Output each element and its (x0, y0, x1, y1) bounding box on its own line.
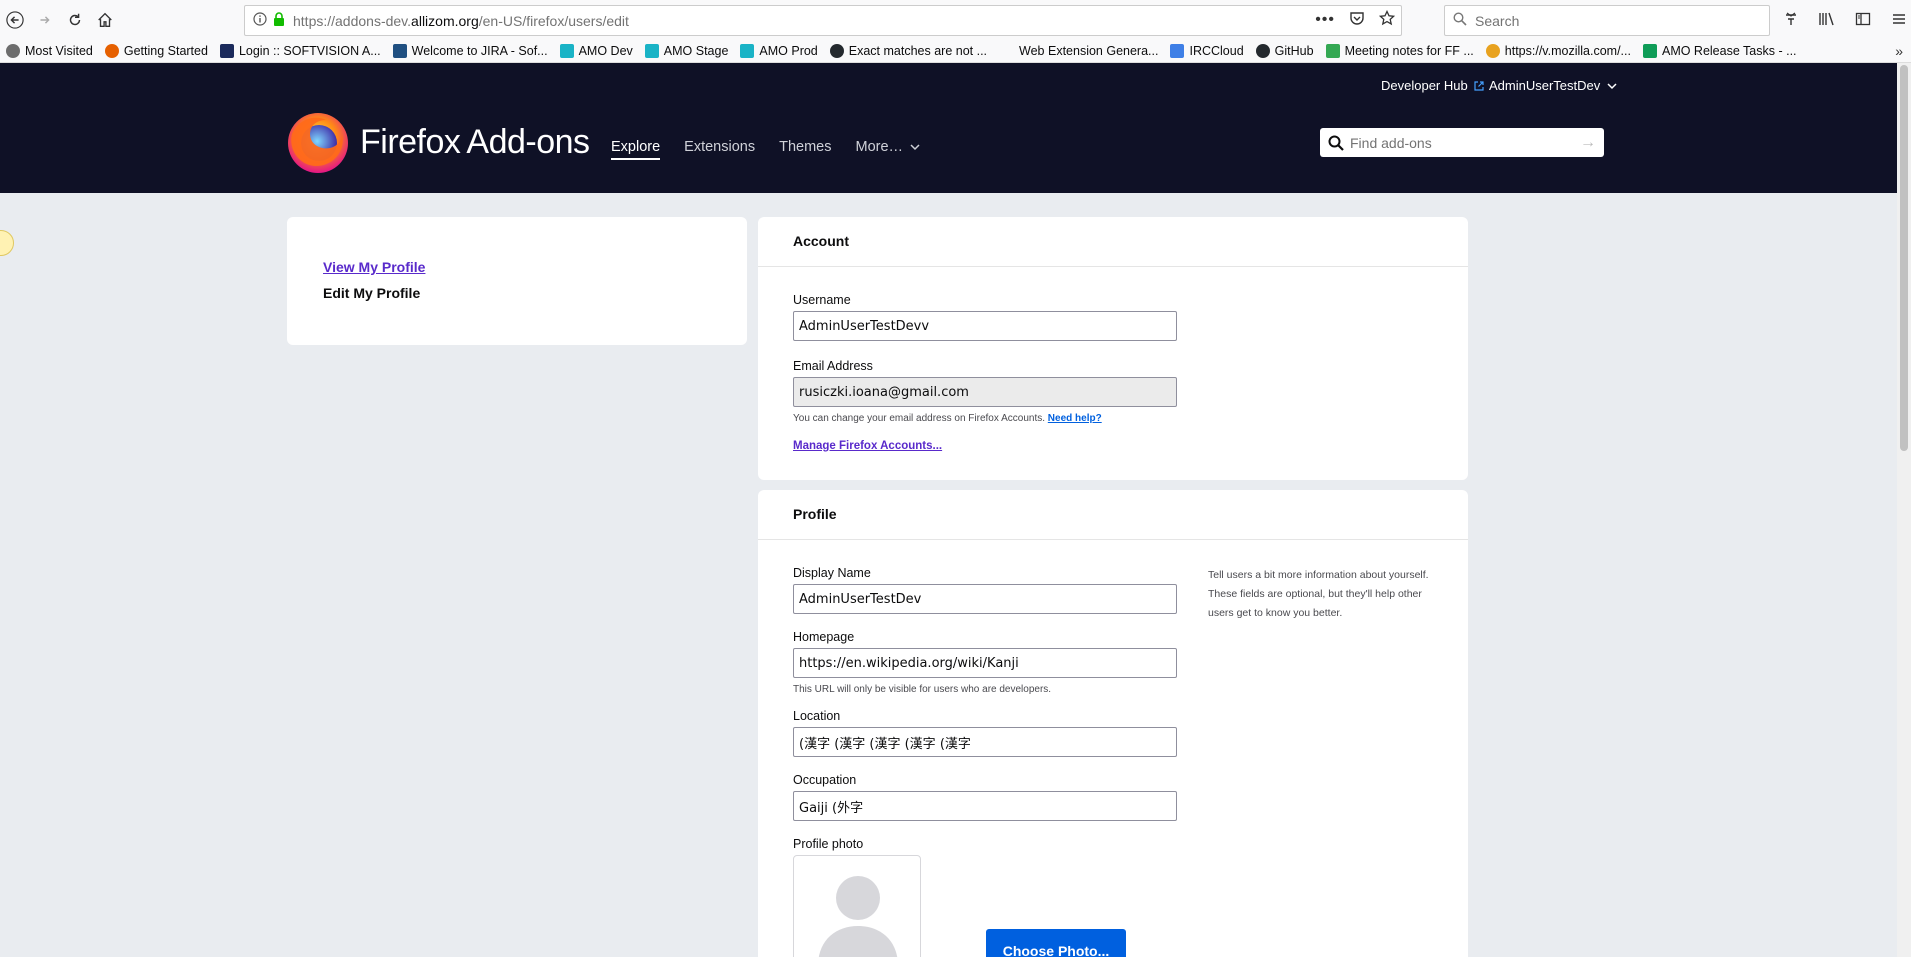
profile-photo-label: Profile photo (793, 837, 864, 851)
jira-icon (392, 44, 407, 58)
bookmark-amo-prod[interactable]: AMO Prod (740, 44, 818, 58)
bookmark-v-mozilla[interactable]: https://v.mozilla.com/... (1485, 44, 1631, 58)
firefox-icon (104, 44, 119, 58)
back-icon[interactable] (0, 5, 30, 35)
nav-themes[interactable]: Themes (779, 139, 831, 160)
developer-hub-link[interactable]: Developer Hub (1381, 78, 1484, 93)
view-my-profile-link[interactable]: View My Profile (323, 259, 711, 275)
downloads-icon[interactable] (1780, 8, 1802, 30)
bookmark-most-visited[interactable]: Most Visited (6, 44, 93, 58)
bookmark-getting-started[interactable]: Getting Started (104, 44, 208, 58)
search-submit-arrow-icon[interactable]: → (1580, 134, 1596, 152)
amo-icon (644, 44, 659, 58)
page-edge-indicator (0, 230, 14, 256)
bookmark-amo-dev[interactable]: AMO Dev (559, 44, 633, 58)
edit-my-profile-item: Edit My Profile (323, 285, 421, 301)
amo-icon (559, 44, 574, 58)
bookmark-github[interactable]: GitHub (1255, 44, 1314, 58)
bookmark-amo-release-tasks[interactable]: AMO Release Tasks - ... (1642, 44, 1797, 58)
account-title: Account (758, 217, 1468, 267)
chevron-down-icon (910, 144, 920, 151)
need-help-link[interactable]: Need help? (1048, 413, 1102, 424)
external-link-icon (1474, 81, 1484, 91)
sidebar-toggle-icon[interactable] (1852, 8, 1874, 30)
occupation-label: Occupation (793, 773, 857, 787)
page-actions-icon[interactable]: ••• (1315, 11, 1335, 29)
amo-logo[interactable]: Firefox Add-ons (286, 110, 590, 174)
choose-photo-button[interactable]: Choose Photo... (986, 929, 1126, 957)
manage-firefox-accounts-link[interactable]: Manage Firefox Accounts... (793, 440, 942, 452)
nav-more[interactable]: More… (856, 139, 921, 160)
softvision-icon (219, 44, 234, 58)
bookmark-meeting-notes[interactable]: Meeting notes for FF ... (1325, 44, 1474, 58)
homepage-field[interactable] (793, 648, 1177, 678)
profile-photo-preview (793, 855, 921, 957)
profile-sidebar: View My Profile Edit My Profile (287, 217, 747, 345)
info-icon[interactable] (253, 12, 267, 29)
github-icon (829, 44, 844, 58)
location-label: Location (793, 709, 841, 723)
addon-search-input[interactable]: Find add-ons → (1320, 128, 1604, 157)
homepage-label: Homepage (793, 630, 855, 644)
profile-title: Profile (758, 490, 1468, 540)
sheets-icon (1642, 44, 1657, 58)
email-help-text: You can change your email address on Fir… (793, 413, 1102, 424)
bookmark-irccloud[interactable]: IRCCloud (1170, 44, 1244, 58)
nav-explore[interactable]: Explore (611, 139, 661, 160)
firefox-logo-icon (288, 113, 348, 173)
scrollbar-thumb[interactable] (1900, 65, 1908, 451)
amo-brand: Firefox Add-ons (360, 122, 590, 161)
user-menu[interactable]: AdminUserTestDev (1489, 78, 1617, 93)
bookmark-jira[interactable]: Welcome to JIRA - Sof... (392, 44, 548, 58)
addon-search-placeholder: Find add-ons (1350, 134, 1432, 151)
main-nav: Explore Extensions Themes More… (611, 139, 920, 160)
username-field[interactable] (793, 311, 1177, 341)
email-field (793, 377, 1177, 407)
homepage-help-text: This URL will only be visible for users … (793, 684, 1052, 695)
browser-search-placeholder: Search (1475, 12, 1520, 29)
avatar-placeholder-icon (818, 876, 898, 957)
library-icon[interactable] (1816, 8, 1838, 30)
chrome-icon (1485, 44, 1500, 58)
account-card: Account Username Email Address You can c… (758, 217, 1468, 480)
url-bar[interactable]: https://addons-dev.allizom.org/en-US/fir… (244, 5, 1402, 36)
bookmark-softvision-login[interactable]: Login :: SOFTVISION A... (219, 44, 381, 58)
amo-header: Developer Hub AdminUserTestDev Firefox Ad… (0, 63, 1897, 193)
forward-icon[interactable] (30, 5, 60, 35)
home-icon[interactable] (90, 5, 120, 35)
cloud-icon (1170, 44, 1185, 58)
chevron-down-icon (1607, 83, 1617, 90)
drive-icon (1325, 44, 1340, 58)
browser-toolbar: https://addons-dev.allizom.org/en-US/fir… (0, 0, 1911, 40)
bookmark-exact-matches[interactable]: Exact matches are not ... (829, 44, 987, 58)
bookmarks-toolbar: Most Visited Getting Started Login :: SO… (0, 40, 1911, 63)
lock-icon (273, 12, 285, 29)
nav-extensions[interactable]: Extensions (684, 139, 755, 160)
occupation-field[interactable] (793, 791, 1177, 821)
bookmark-web-extension-generator[interactable]: Web Extension Genera... (1019, 44, 1158, 58)
location-field[interactable] (793, 727, 1177, 757)
browser-search-bar[interactable]: Search (1444, 5, 1770, 36)
email-label: Email Address (793, 359, 873, 373)
menu-icon[interactable] (1888, 8, 1910, 30)
amo-icon (740, 44, 755, 58)
search-icon (1453, 12, 1467, 29)
bookmark-star-icon[interactable] (1378, 9, 1396, 29)
page-scrollbar[interactable] (1897, 63, 1911, 957)
github-icon (1255, 44, 1270, 58)
reload-icon[interactable] (60, 5, 90, 35)
gear-icon (6, 44, 20, 58)
search-icon (1328, 135, 1344, 151)
profile-card: Profile Tell users a bit more informatio… (758, 490, 1468, 957)
bookmarks-overflow-icon[interactable]: » (1895, 43, 1903, 59)
profile-aside-text: Tell users a bit more information about … (1208, 569, 1429, 619)
pocket-icon[interactable] (1349, 10, 1365, 29)
display-name-field[interactable] (793, 584, 1177, 614)
url-text: https://addons-dev.allizom.org/en-US/fir… (293, 12, 629, 29)
bookmark-amo-stage[interactable]: AMO Stage (644, 44, 728, 58)
username-label: Username (793, 293, 851, 307)
